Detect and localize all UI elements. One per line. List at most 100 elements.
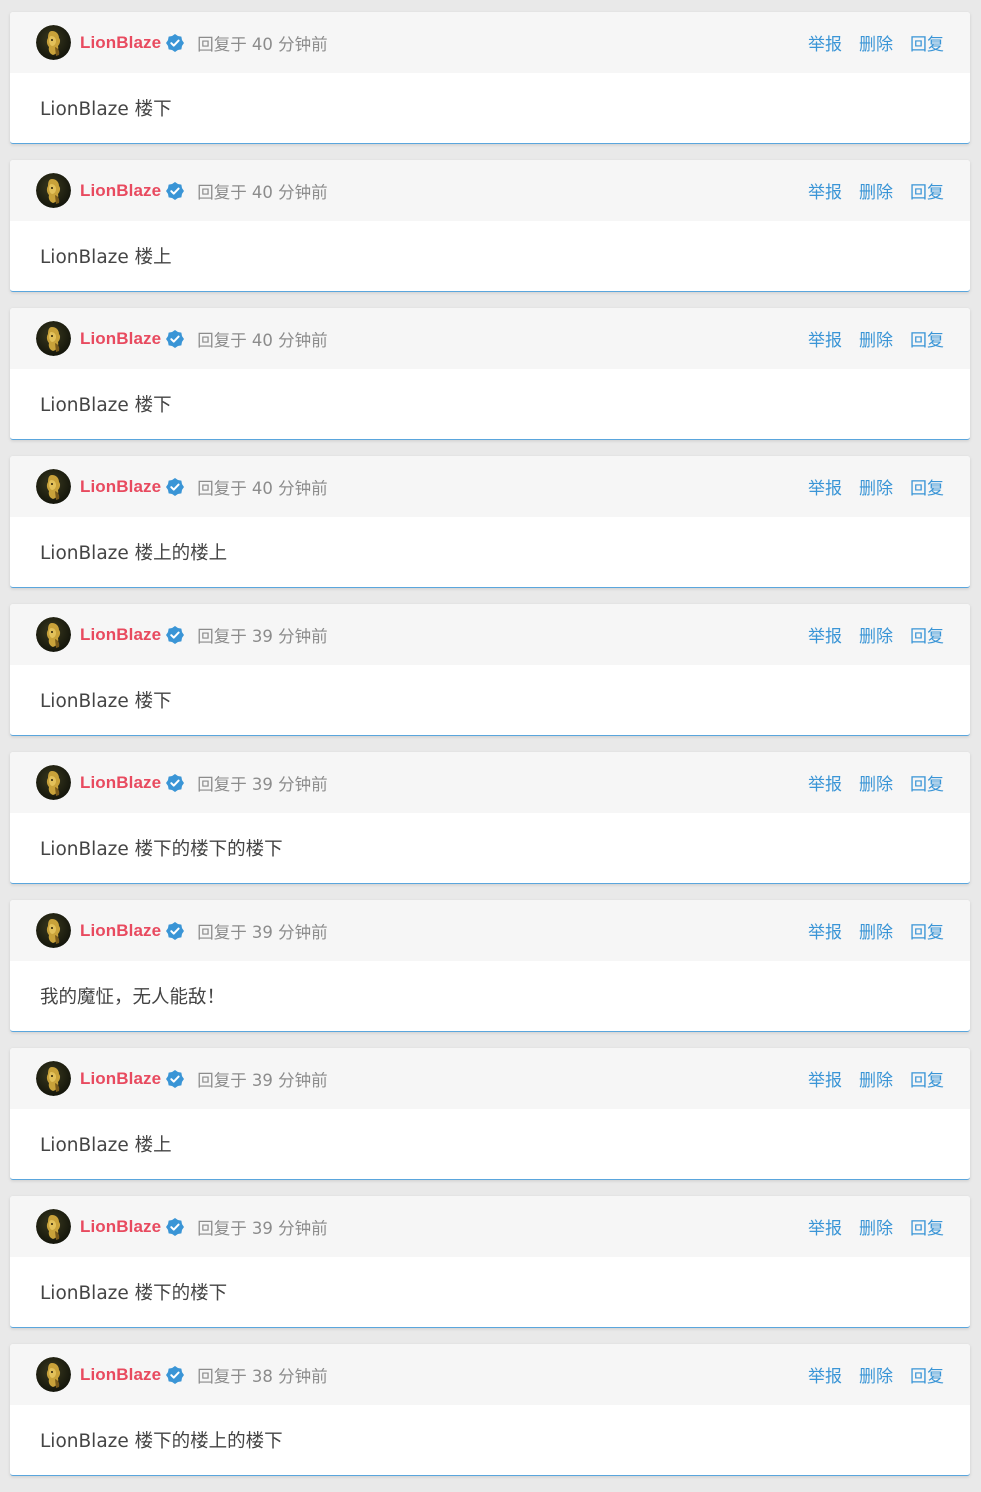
report-button[interactable]: 举报 <box>808 622 842 647</box>
verified-check-icon <box>166 1217 185 1236</box>
report-button[interactable]: 举报 <box>808 178 842 203</box>
comment-actions: 举报 删除 回复 <box>791 1344 944 1405</box>
comment-actions: 举报 删除 回复 <box>791 308 944 369</box>
comment-author[interactable]: LionBlaze <box>80 773 161 793</box>
verified-check-icon <box>166 329 185 348</box>
avatar[interactable] <box>36 617 71 652</box>
comment-header: LionBlaze 回复于 40 分钟前 举报 删除 回复 <box>10 160 970 221</box>
verified-check-icon <box>166 33 185 52</box>
avatar[interactable] <box>36 173 71 208</box>
report-button[interactable]: 举报 <box>808 1362 842 1387</box>
comment-author[interactable]: LionBlaze <box>80 921 161 941</box>
verified-check-icon <box>166 921 185 940</box>
report-button[interactable]: 举报 <box>808 1214 842 1239</box>
reply-button[interactable]: 回复 <box>910 622 944 647</box>
delete-button[interactable]: 删除 <box>859 326 893 351</box>
reply-button[interactable]: 回复 <box>910 770 944 795</box>
verified-check-icon <box>166 773 185 792</box>
report-button[interactable]: 举报 <box>808 918 842 943</box>
comment-content: LionBlaze 楼上 <box>40 247 172 268</box>
comment-card: LionBlaze 回复于 39 分钟前 举报 删除 回复 LionBlaze … <box>10 604 970 736</box>
delete-button[interactable]: 删除 <box>859 178 893 203</box>
comment-header: LionBlaze 回复于 39 分钟前 举报 删除 回复 <box>10 1048 970 1109</box>
comment-actions: 举报 删除 回复 <box>791 1196 944 1257</box>
comment-card: LionBlaze 回复于 39 分钟前 举报 删除 回复 LionBlaze … <box>10 1196 970 1328</box>
comment-actions: 举报 删除 回复 <box>791 1048 944 1109</box>
comment-time: 回复于 40 分钟前 <box>197 182 328 202</box>
comment-author[interactable]: LionBlaze <box>80 1069 161 1089</box>
comment-author[interactable]: LionBlaze <box>80 625 161 645</box>
report-button[interactable]: 举报 <box>808 1066 842 1091</box>
comment-header: LionBlaze 回复于 40 分钟前 举报 删除 回复 <box>10 456 970 517</box>
comment-card: LionBlaze 回复于 40 分钟前 举报 删除 回复 LionBlaze … <box>10 308 970 440</box>
comment-card: LionBlaze 回复于 39 分钟前 举报 删除 回复 我的魔怔，无人能敌！ <box>10 900 970 1032</box>
report-button[interactable]: 举报 <box>808 770 842 795</box>
comment-time: 回复于 38 分钟前 <box>197 1366 328 1386</box>
comment-header: LionBlaze 回复于 39 分钟前 举报 删除 回复 <box>10 1196 970 1257</box>
comment-header: LionBlaze 回复于 39 分钟前 举报 删除 回复 <box>10 604 970 665</box>
comment-author[interactable]: LionBlaze <box>80 1365 161 1385</box>
verified-check-icon <box>166 181 185 200</box>
avatar[interactable] <box>36 913 71 948</box>
delete-button[interactable]: 删除 <box>859 1066 893 1091</box>
comment-time: 回复于 40 分钟前 <box>197 478 328 498</box>
comment-time: 回复于 39 分钟前 <box>197 922 328 942</box>
comment-time: 回复于 40 分钟前 <box>197 330 328 350</box>
comment-content: LionBlaze 楼上的楼上 <box>40 543 228 564</box>
verified-check-icon <box>166 625 185 644</box>
verified-check-icon <box>166 477 185 496</box>
report-button[interactable]: 举报 <box>808 326 842 351</box>
comment-content: LionBlaze 楼下 <box>40 99 172 120</box>
comment-actions: 举报 删除 回复 <box>791 456 944 517</box>
comment-card: LionBlaze 回复于 40 分钟前 举报 删除 回复 LionBlaze … <box>10 160 970 292</box>
delete-button[interactable]: 删除 <box>859 1214 893 1239</box>
verified-check-icon <box>166 1069 185 1088</box>
delete-button[interactable]: 删除 <box>859 1362 893 1387</box>
avatar[interactable] <box>36 1209 71 1244</box>
comment-content: LionBlaze 楼下 <box>40 691 172 712</box>
reply-button[interactable]: 回复 <box>910 474 944 499</box>
delete-button[interactable]: 删除 <box>859 918 893 943</box>
comment-card: LionBlaze 回复于 40 分钟前 举报 删除 回复 LionBlaze … <box>10 456 970 588</box>
delete-button[interactable]: 删除 <box>859 770 893 795</box>
report-button[interactable]: 举报 <box>808 474 842 499</box>
delete-button[interactable]: 删除 <box>859 474 893 499</box>
comment-time: 回复于 39 分钟前 <box>197 626 328 646</box>
delete-button[interactable]: 删除 <box>859 622 893 647</box>
avatar[interactable] <box>36 1357 71 1392</box>
avatar[interactable] <box>36 765 71 800</box>
reply-button[interactable]: 回复 <box>910 1214 944 1239</box>
comment-author[interactable]: LionBlaze <box>80 181 161 201</box>
comment-header: LionBlaze 回复于 39 分钟前 举报 删除 回复 <box>10 752 970 813</box>
reply-button[interactable]: 回复 <box>910 178 944 203</box>
avatar[interactable] <box>36 1061 71 1096</box>
comment-header: LionBlaze 回复于 40 分钟前 举报 删除 回复 <box>10 308 970 369</box>
reply-button[interactable]: 回复 <box>910 1066 944 1091</box>
comment-content: LionBlaze 楼下的楼下的楼下 <box>40 839 283 860</box>
verified-check-icon <box>166 1365 185 1384</box>
comment-content: LionBlaze 楼下的楼下 <box>40 1283 228 1304</box>
comment-actions: 举报 删除 回复 <box>791 604 944 665</box>
avatar[interactable] <box>36 321 71 356</box>
comment-author[interactable]: LionBlaze <box>80 1217 161 1237</box>
comment-card: LionBlaze 回复于 39 分钟前 举报 删除 回复 LionBlaze … <box>10 1048 970 1180</box>
reply-button[interactable]: 回复 <box>910 918 944 943</box>
avatar[interactable] <box>36 25 71 60</box>
avatar[interactable] <box>36 469 71 504</box>
reply-button[interactable]: 回复 <box>910 1362 944 1387</box>
comment-content: LionBlaze 楼下的楼上的楼下 <box>40 1431 283 1452</box>
report-button[interactable]: 举报 <box>808 30 842 55</box>
comment-author[interactable]: LionBlaze <box>80 477 161 497</box>
reply-button[interactable]: 回复 <box>910 326 944 351</box>
comment-header: LionBlaze 回复于 39 分钟前 举报 删除 回复 <box>10 900 970 961</box>
comment-content: LionBlaze 楼下 <box>40 395 172 416</box>
delete-button[interactable]: 删除 <box>859 30 893 55</box>
comment-list: LionBlaze 回复于 40 分钟前 举报 删除 回复 LionBlaze … <box>10 12 970 1492</box>
comment-content: 我的魔怔，无人能敌！ <box>40 987 226 1008</box>
comment-author[interactable]: LionBlaze <box>80 329 161 349</box>
comment-author[interactable]: LionBlaze <box>80 33 161 53</box>
comment-card: LionBlaze 回复于 39 分钟前 举报 删除 回复 LionBlaze … <box>10 752 970 884</box>
comment-card: LionBlaze 回复于 38 分钟前 举报 删除 回复 LionBlaze … <box>10 1344 970 1476</box>
comment-actions: 举报 删除 回复 <box>791 900 944 961</box>
reply-button[interactable]: 回复 <box>910 30 944 55</box>
